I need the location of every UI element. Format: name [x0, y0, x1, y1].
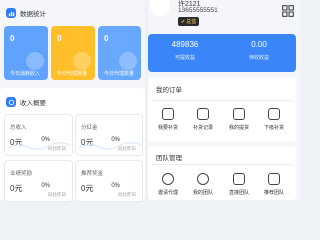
money-icon — [6, 97, 16, 107]
team-icon — [197, 173, 209, 185]
restock-icon — [162, 108, 174, 120]
income-value: 0元 — [81, 184, 94, 193]
menu-label: 下级补货 — [263, 125, 284, 131]
sub-restock-icon — [268, 108, 280, 120]
badge-icon: ✔ — [181, 18, 186, 25]
income-compare: 同比昨日 — [118, 192, 136, 197]
menu-label: 补货记录 — [192, 125, 213, 131]
avatar[interactable] — [150, 0, 170, 16]
wave-decoration — [79, 142, 141, 150]
available-label[interactable]: 可提收益 — [148, 54, 222, 61]
menu-label: 直接团队 — [228, 190, 249, 196]
income-card-total[interactable]: 总收入 0元 0% 同比昨日 — [4, 114, 73, 156]
stat-value: 0 — [104, 34, 109, 43]
menu-label: 邀请代理 — [157, 190, 178, 196]
data-stats-header: 数据统计 — [6, 8, 46, 18]
income-card-performance[interactable]: 业绩奖励 0元 0% 同比昨日 — [4, 160, 73, 202]
recommend-team-icon — [268, 173, 280, 185]
income-label: 分红金 — [81, 125, 98, 131]
invite-icon — [162, 173, 174, 185]
income-label: 业绩奖励 — [10, 171, 33, 177]
right-panel: 许2121 13655555551 ✔ 总监 489836 可提收益 0.00 … — [148, 0, 300, 200]
income-label: 推荐奖金 — [81, 171, 104, 177]
menu-label: 我的团队 — [192, 190, 213, 196]
income-percent: 0% — [41, 183, 50, 189]
star-icon — [119, 52, 137, 70]
menu-invite[interactable]: 邀请代理 — [154, 173, 182, 196]
menu-label: 我要补货 — [157, 125, 178, 131]
stat-card-revenue[interactable]: 0 今日消耗收入 — [4, 26, 48, 80]
menu-restock-record[interactable]: 补货记录 — [189, 108, 217, 131]
scan-icon[interactable] — [282, 4, 294, 17]
chart-icon — [6, 8, 16, 18]
income-label: 总收入 — [10, 125, 27, 131]
income-percent: 0% — [111, 183, 120, 189]
stat-label: 今日代理数量 — [57, 71, 88, 77]
orders-section: 我的订单 我要补货 补货记录 我的提货 下级补货 — [148, 78, 296, 142]
direct-team-icon — [233, 173, 245, 185]
income-title: 收入概要 — [20, 100, 46, 107]
menu-label: 推荐团队 — [263, 190, 284, 196]
menu-sub-restock[interactable]: 下级补货 — [260, 108, 288, 131]
badge-label: 总监 — [186, 19, 197, 25]
pickup-icon — [233, 108, 245, 120]
stat-card-agents-2[interactable]: 0 今日代理数量 — [98, 26, 141, 80]
divider — [152, 100, 292, 101]
record-icon — [197, 108, 209, 120]
menu-direct-team[interactable]: 直接团队 — [225, 173, 253, 196]
data-stats-title: 数据统计 — [20, 11, 46, 18]
stat-label: 今日消耗收入 — [10, 71, 41, 77]
yen-icon — [26, 52, 44, 70]
pending-value: 0.00 — [251, 40, 267, 49]
menu-my-team[interactable]: 我的团队 — [189, 173, 217, 196]
stat-value: 0 — [57, 34, 62, 43]
stat-card-agents[interactable]: 0 今日代理数量 — [51, 26, 95, 80]
available-value: 489836 — [171, 40, 199, 49]
income-compare: 同比昨日 — [48, 192, 66, 197]
income-header: 收入概要 — [6, 97, 46, 107]
user-icon — [73, 52, 91, 70]
team-section: 团队管理 邀请代理 我的团队 直接团队 推荐团队 — [148, 146, 296, 200]
team-title: 团队管理 — [156, 155, 182, 162]
menu-label: 我的提货 — [228, 125, 249, 131]
balance-card: 489836 可提收益 0.00 待收收益 — [148, 34, 296, 72]
orders-title: 我的订单 — [156, 87, 182, 94]
menu-pickup[interactable]: 我的提货 — [225, 108, 253, 131]
income-card-dividend[interactable]: 分红金 0元 0% 同比昨日 — [75, 114, 143, 156]
menu-recommend-team[interactable]: 推荐团队 — [260, 173, 288, 196]
level-badge: ✔ 总监 — [178, 17, 200, 26]
divider — [152, 164, 292, 165]
stat-value: 0 — [10, 34, 15, 43]
pending-label[interactable]: 待收收益 — [222, 54, 296, 61]
left-panel: 数据统计 0 今日消耗收入 0 今日代理数量 0 今日代理数量 收入概要 总收入… — [0, 0, 145, 202]
menu-restock[interactable]: 我要补货 — [154, 108, 182, 131]
income-value: 0元 — [10, 184, 23, 193]
profile-phone: 13655555551 — [178, 7, 218, 14]
income-card-referral[interactable]: 推荐奖金 0元 0% 同比昨日 — [75, 160, 143, 202]
stat-label: 今日代理数量 — [104, 71, 135, 77]
wave-decoration — [8, 142, 70, 150]
